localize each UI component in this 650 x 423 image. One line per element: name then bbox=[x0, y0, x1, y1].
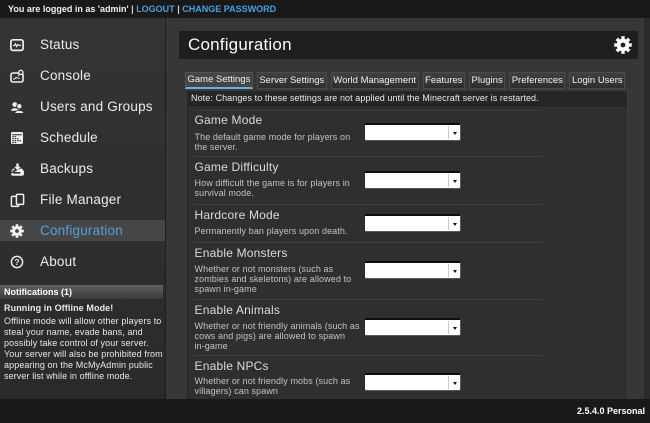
svg-text:?: ? bbox=[14, 257, 19, 267]
